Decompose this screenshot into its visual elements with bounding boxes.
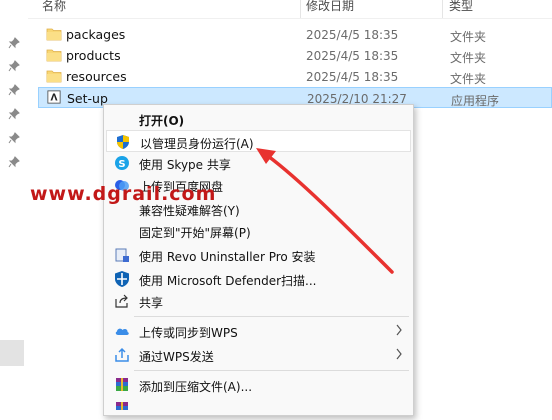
menu-item-label: 固定到"开始"屏幕(P) [139,226,251,240]
navigation-pane [0,0,28,402]
pin-icon[interactable] [8,84,20,96]
menu-item-wps-sync[interactable]: 上传或同步到WPS [106,320,411,342]
file-type: 文件夹 [450,51,487,65]
svg-text:S: S [118,159,125,170]
installer-app-icon [47,90,61,104]
menu-item-label: 使用 Microsoft Defender扫描... [139,274,317,288]
file-date: 2025/4/5 18:35 [306,70,399,84]
menu-item-label: 通过WPS发送 [139,350,214,364]
column-date[interactable]: 修改日期 [306,0,354,14]
menu-item-share[interactable]: 共享 [106,290,411,312]
menu-item-label: 共享 [139,296,164,310]
folder-icon [46,70,62,83]
column-type[interactable]: 类型 [449,0,473,14]
folder-icon [46,28,62,41]
menu-item-label: 上传或同步到WPS [139,326,238,340]
file-type: 文件夹 [450,72,487,86]
skype-icon: S [115,156,129,170]
menu-item-add-to-archive[interactable]: 添加到压缩文件(A)... [106,374,411,396]
menu-item-label: 使用 Skype 共享 [139,158,231,172]
defender-shield-icon [115,271,129,287]
file-type: 文件夹 [450,30,487,44]
file-row-products[interactable]: products 2025/4/5 18:35 文件夹 [38,45,552,66]
menu-item-skype-share[interactable]: S 使用 Skype 共享 [106,152,411,174]
file-row-packages[interactable]: packages 2025/4/5 18:35 文件夹 [38,24,552,45]
menu-item-wps-send[interactable]: 通过WPS发送 [106,344,411,366]
column-divider[interactable] [300,0,301,18]
chevron-right-icon [396,348,402,360]
file-name: Set-up [67,91,108,106]
file-name: packages [66,27,126,42]
revo-uninstaller-icon [115,248,129,262]
menu-item-label: 添加到压缩文件(A)... [139,380,253,394]
file-date: 2025/4/5 18:35 [306,49,399,63]
pin-icon[interactable] [8,132,20,144]
folder-icon [46,49,62,62]
menu-item-partial[interactable] [106,398,411,420]
column-divider[interactable] [442,0,443,18]
context-menu: 打开(O) 以管理员身份运行(A) S 使用 Skype 共享 上传到百度网盘 … [103,104,414,416]
file-name: products [66,48,121,63]
winrar-icon [116,378,128,391]
file-name: resources [66,69,127,84]
menu-separator [134,370,409,371]
pin-icon[interactable] [8,108,20,120]
menu-item-pin-start[interactable]: 固定到"开始"屏幕(P) [106,220,411,242]
menu-item-run-as-admin[interactable]: 以管理员身份运行(A) [106,130,411,152]
menu-item-defender-scan[interactable]: 使用 Microsoft Defender扫描... [106,268,411,290]
menu-item-label: 以管理员身份运行(A) [140,137,254,151]
file-type: 应用程序 [451,94,500,108]
menu-item-open[interactable]: 打开(O) [106,108,411,130]
uac-shield-icon [117,135,129,149]
column-name[interactable]: 名称 [42,0,66,14]
menu-item-label: 打开(O) [139,114,185,128]
menu-item-label: 使用 Revo Uninstaller Pro 安装 [139,250,316,264]
nav-item-highlight[interactable] [0,340,24,366]
winrar-icon [116,402,128,410]
chevron-right-icon [396,324,402,336]
share-icon [115,294,128,308]
wps-send-icon [115,347,129,362]
menu-item-revo-install[interactable]: 使用 Revo Uninstaller Pro 安装 [106,244,411,266]
file-date: 2025/4/5 18:35 [306,28,399,42]
watermark: www.dgrail.com [30,183,217,205]
file-row-resources[interactable]: resources 2025/4/5 18:35 文件夹 [38,66,552,87]
menu-separator [134,316,409,317]
column-header: 名称 修改日期 类型 [28,0,552,19]
pin-icon[interactable] [8,60,20,72]
pin-icon[interactable] [8,37,20,49]
wps-cloud-icon [115,328,129,335]
pin-icon[interactable] [8,156,20,168]
